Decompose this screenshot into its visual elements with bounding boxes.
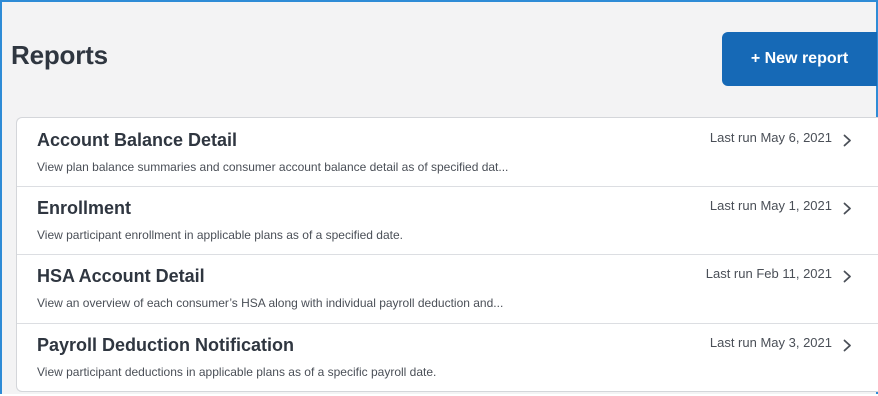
- report-description: View participant enrollment in applicabl…: [37, 228, 403, 242]
- report-name: Enrollment: [37, 198, 132, 218]
- report-row-hsa-account-detail[interactable]: HSA Account Detail View an overview of e…: [17, 254, 878, 322]
- new-report-button[interactable]: + New report: [722, 32, 877, 86]
- report-name: Payroll Deduction Notification: [37, 335, 295, 355]
- last-run-date: Last run May 1, 2021: [709, 198, 832, 213]
- last-run-date: Last run May 6, 2021: [709, 130, 832, 145]
- chevron-right-icon[interactable]: [840, 338, 854, 352]
- chevron-right-icon[interactable]: [840, 133, 854, 147]
- report-description: View plan balance summaries and consumer…: [37, 160, 509, 174]
- report-row-payroll-deduction-notification[interactable]: Payroll Deduction Notification View part…: [17, 323, 878, 391]
- report-description: View participant deductions in applicabl…: [37, 365, 437, 379]
- report-name: Account Balance Detail: [37, 130, 238, 150]
- last-run-date: Last run Feb 11, 2021: [705, 266, 832, 281]
- report-row-account-balance-detail[interactable]: Account Balance Detail View plan balance…: [17, 118, 878, 186]
- page-title: Reports: [11, 40, 108, 70]
- chevron-right-icon[interactable]: [840, 269, 854, 283]
- reports-panel: Reports + New report Account Balance Det…: [0, 0, 878, 394]
- report-row-enrollment[interactable]: Enrollment View participant enrollment i…: [17, 186, 878, 254]
- report-description: View an overview of each consumer’s HSA …: [37, 296, 504, 310]
- last-run-date: Last run May 3, 2021: [709, 335, 832, 350]
- chevron-right-icon[interactable]: [840, 201, 854, 215]
- report-list: Account Balance Detail View plan balance…: [16, 117, 878, 392]
- report-name: HSA Account Detail: [37, 266, 205, 286]
